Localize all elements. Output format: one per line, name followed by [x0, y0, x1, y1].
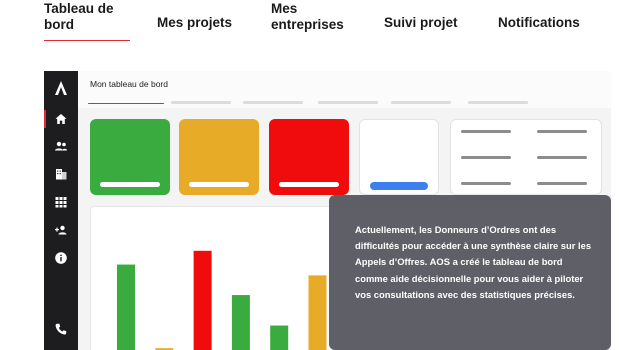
- list-card: [450, 119, 602, 195]
- tab-suivi-projet[interactable]: Suivi projet: [384, 15, 458, 31]
- breadcrumb: Mon tableau de bord: [90, 79, 168, 89]
- stat-card-red[interactable]: [269, 119, 349, 195]
- chart-bar: [117, 264, 135, 350]
- stat-card-yellow[interactable]: [179, 119, 259, 195]
- logo-a-icon: [55, 81, 67, 95]
- list-line: [461, 156, 511, 159]
- card-bar: [100, 182, 160, 187]
- card-bar: [189, 182, 249, 187]
- home-icon[interactable]: [54, 112, 68, 126]
- list-line: [537, 156, 587, 159]
- list-line: [461, 182, 511, 185]
- overlay-text: Actuellement, les Donneurs d’Ordres ont …: [355, 224, 592, 300]
- placeholder-tab: [391, 101, 451, 104]
- sidebar: [44, 71, 78, 350]
- info-icon[interactable]: [54, 251, 68, 265]
- active-tab-underline: [44, 40, 130, 41]
- building-icon[interactable]: [54, 167, 68, 181]
- tab-mes-entreprises[interactable]: Mes entreprises: [271, 1, 361, 33]
- chart-bar: [231, 295, 250, 350]
- phone-icon[interactable]: [54, 322, 68, 336]
- placeholder-tab: [243, 101, 303, 104]
- grid-icon[interactable]: [54, 195, 68, 209]
- list-line: [461, 130, 511, 133]
- tab-notifications[interactable]: Notifications: [498, 15, 580, 31]
- sidebar-active-indicator: [44, 110, 46, 128]
- stat-card-green[interactable]: [90, 119, 170, 195]
- breadcrumb-bar: Mon tableau de bord: [78, 71, 611, 108]
- placeholder-tab: [318, 101, 378, 104]
- chart-bar: [270, 325, 289, 350]
- user-add-icon[interactable]: [54, 223, 68, 237]
- chart-bar: [193, 250, 212, 350]
- chart-bar: [308, 275, 327, 350]
- top-tabs: Tableau de bord Mes projets Mes entrepri…: [0, 0, 620, 45]
- users-icon[interactable]: [54, 139, 68, 153]
- tab-tableau-de-bord[interactable]: Tableau de bord: [44, 1, 134, 33]
- placeholder-tab: [468, 101, 528, 104]
- list-line: [537, 182, 587, 185]
- tab-mes-projets[interactable]: Mes projets: [157, 15, 232, 31]
- card-bar: [279, 182, 339, 187]
- placeholder-tab: [171, 101, 231, 104]
- breadcrumb-active-line: [88, 103, 164, 104]
- card-button[interactable]: [370, 182, 428, 190]
- stat-card-white[interactable]: [359, 119, 439, 195]
- info-overlay: Actuellement, les Donneurs d’Ordres ont …: [329, 195, 611, 350]
- list-line: [537, 130, 587, 133]
